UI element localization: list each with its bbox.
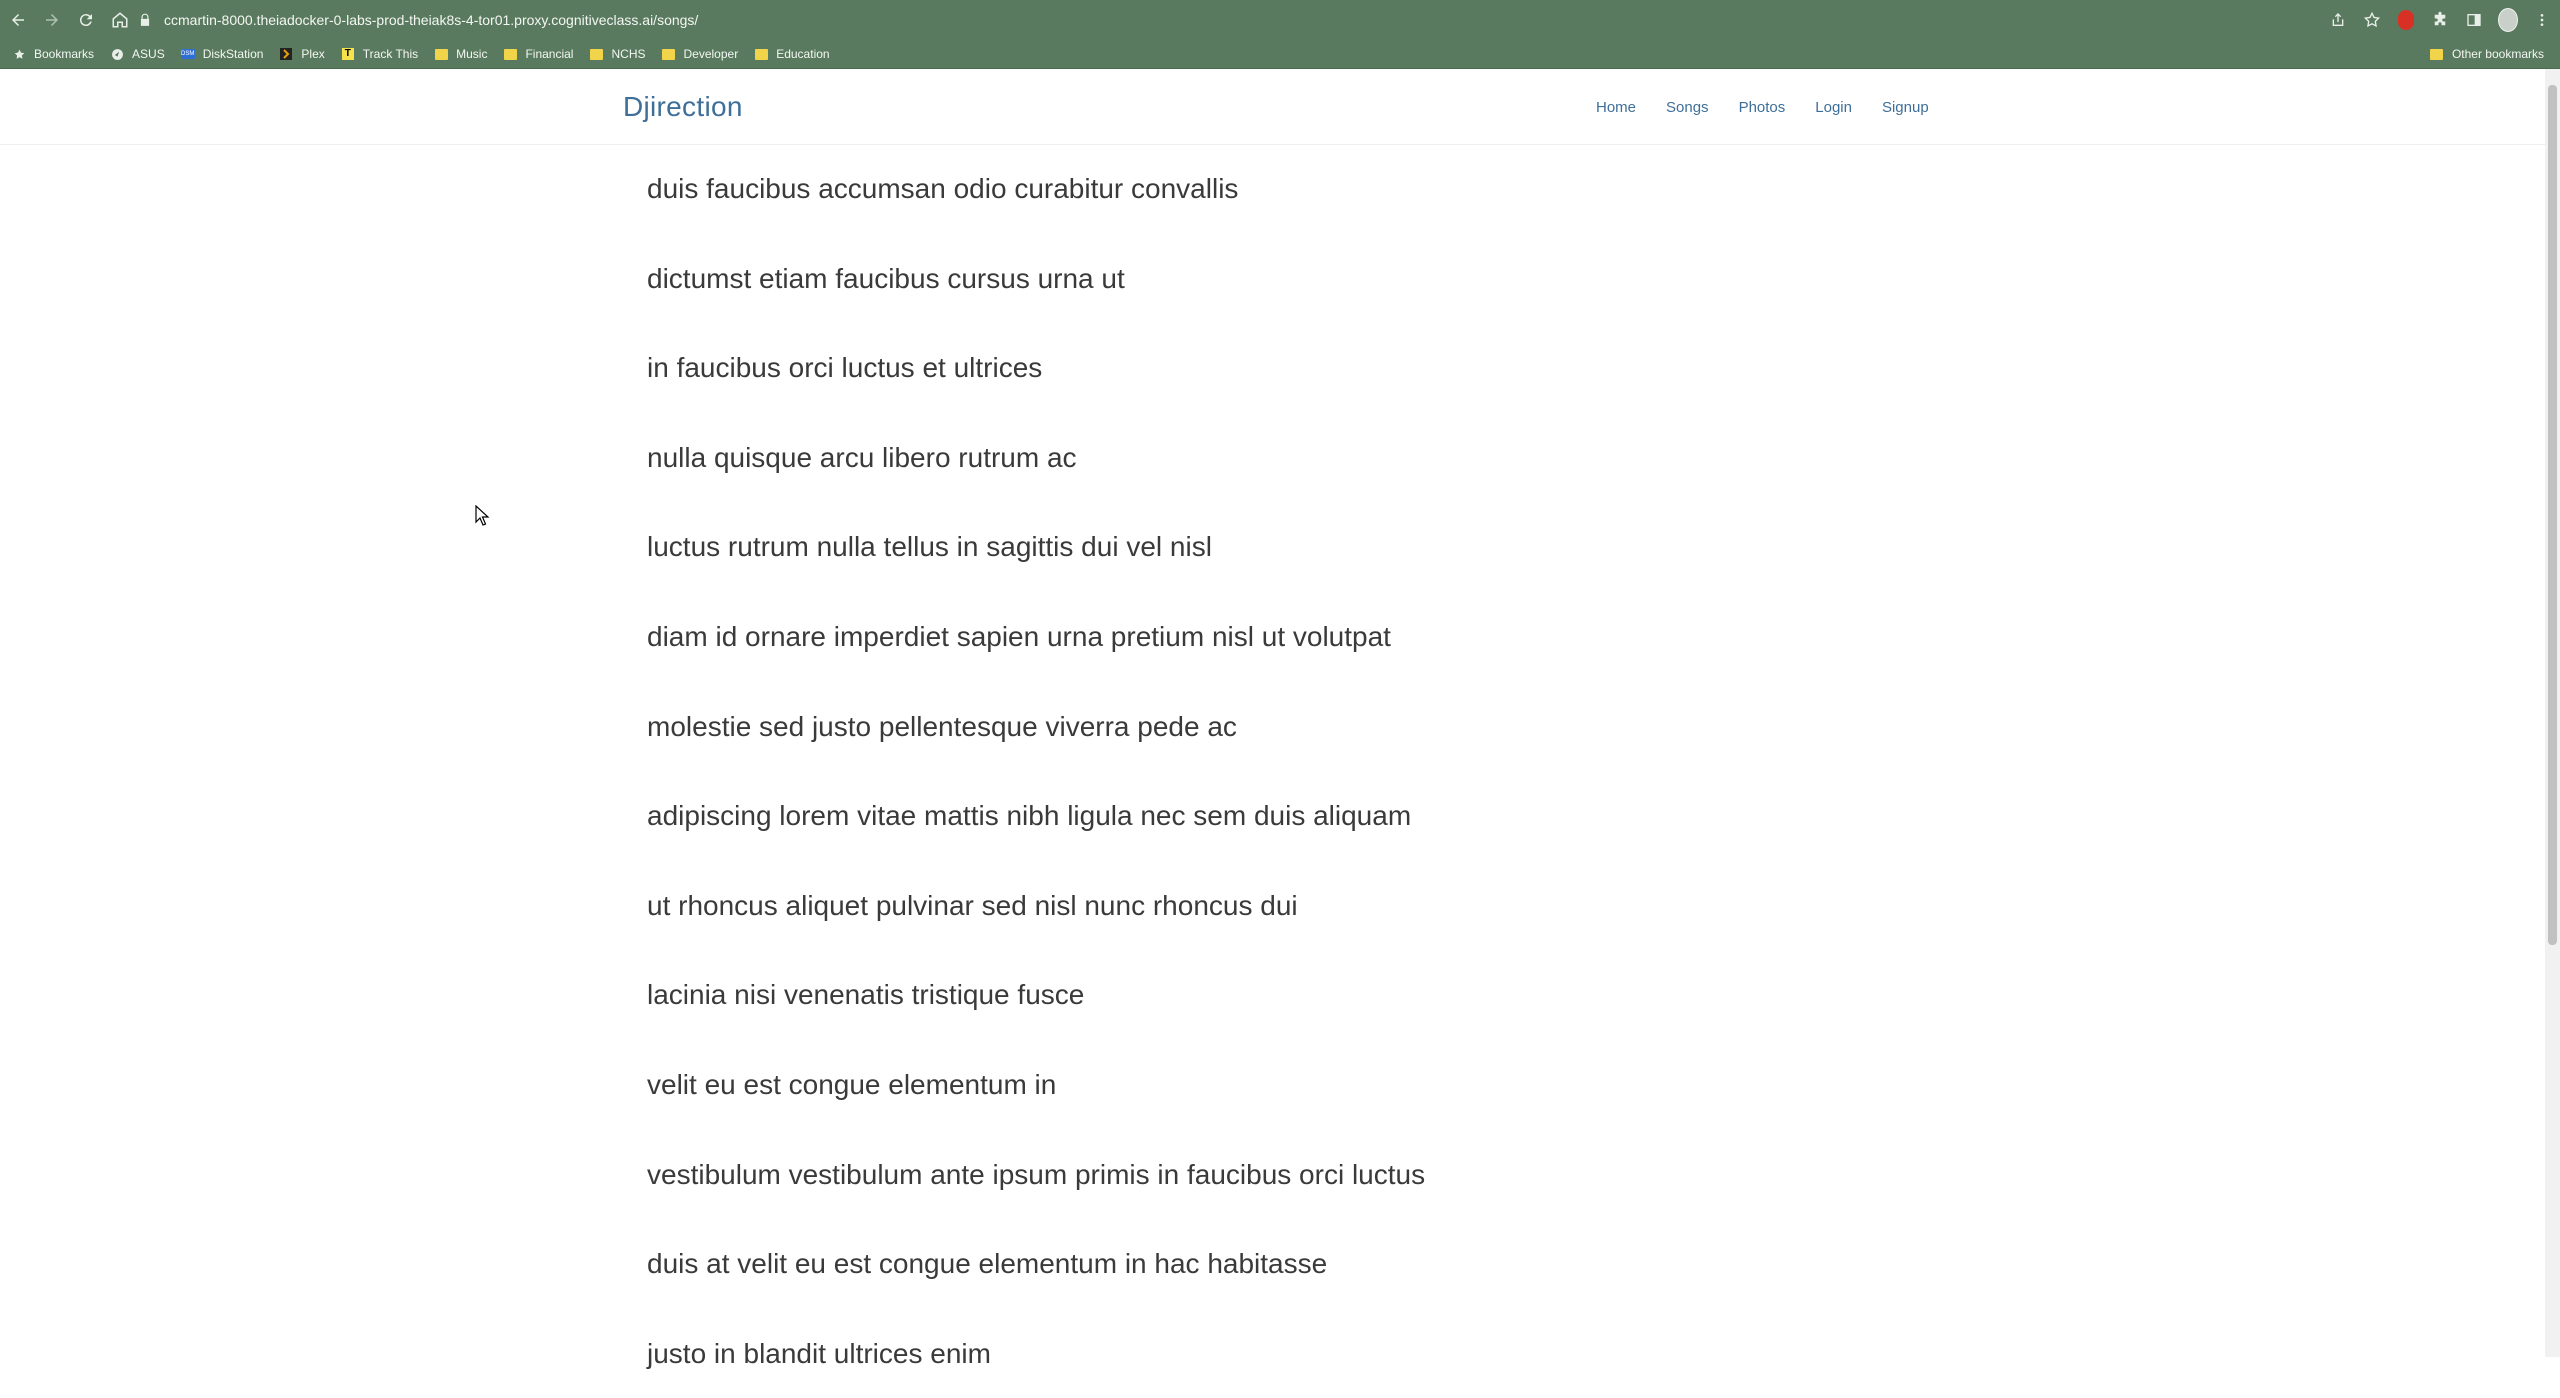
dsm-icon: DSM (180, 49, 195, 59)
song-title: molestie sed justo pellentesque viverra … (647, 710, 1237, 742)
extension-red-icon[interactable] (2396, 10, 2416, 30)
lock-icon (140, 13, 150, 26)
bookmark-folder[interactable]: Financial (503, 40, 577, 68)
reload-button[interactable] (70, 4, 102, 36)
site-nav: Home Songs Photos Login Signup (1596, 99, 1959, 116)
home-button[interactable] (104, 4, 136, 36)
bookmark-folder[interactable]: NCHS (589, 40, 649, 68)
forward-button[interactable] (36, 4, 68, 36)
nav-login[interactable]: Login (1815, 99, 1852, 116)
bookmark-label: Developer (683, 47, 739, 61)
bookmark-label: Other bookmarks (2451, 47, 2544, 61)
url-text: ccmartin-8000.theiadocker-0-labs-prod-th… (164, 12, 699, 28)
song-title: justo in blandit ultrices enim (647, 1337, 991, 1369)
nav-songs[interactable]: Songs (1666, 99, 1709, 116)
mouse-cursor-icon (475, 505, 490, 526)
song-title: luctus rutrum nulla tellus in sagittis d… (647, 531, 1212, 563)
song-title: lacinia nisi venenatis tristique fusce (647, 979, 1085, 1011)
song-title: duis faucibus accumsan odio curabitur co… (647, 173, 1239, 204)
other-bookmarks-folder[interactable]: Other bookmarks (2430, 40, 2548, 68)
plex-icon (279, 47, 293, 61)
song-title: velit eu est congue elementum in (647, 1068, 1057, 1100)
folder-icon (2430, 47, 2444, 61)
song-title: ut rhoncus aliquet pulvinar sed nisl nun… (647, 889, 1298, 921)
bookmark-label: Education (776, 47, 830, 61)
bookmark-star-icon[interactable] (2362, 10, 2382, 30)
bookmark-item[interactable]: ASUS (110, 40, 169, 68)
bookmark-label: Plex (301, 47, 325, 61)
back-button[interactable] (2, 4, 34, 36)
bookmark-folder[interactable]: Music (434, 40, 491, 68)
songs-list: duis faucibus accumsan odio curabitur co… (647, 144, 2047, 1398)
bookmark-label: ASUS (132, 47, 165, 61)
bookmark-label: Music (456, 47, 488, 61)
bookmark-label: NCHS (611, 47, 646, 61)
nav-signup[interactable]: Signup (1882, 99, 1929, 116)
profile-avatar[interactable] (2498, 8, 2518, 32)
scrollbar-thumb[interactable] (2548, 85, 2557, 945)
folder-icon (503, 47, 517, 61)
side-panel-icon[interactable] (2464, 10, 2484, 30)
bookmark-label: DiskStation (202, 47, 264, 61)
song-title: adipiscing lorem vitae mattis nibh ligul… (647, 800, 1412, 832)
bookmark-folder[interactable]: Education (754, 40, 833, 68)
bookmark-label: Financial (525, 47, 574, 61)
site-brand[interactable]: Djirection (623, 91, 743, 123)
song-title: nulla quisque arcu libero rutrum ac (647, 441, 1077, 473)
home-icon (112, 12, 128, 28)
song-title: diam id ornare imperdiet sapien urna pre… (647, 620, 1391, 652)
star-icon (12, 47, 26, 61)
bookmarks-bar: Bookmarks ASUS DSM DiskStation Plex T Tr… (0, 40, 2560, 69)
page-scrollbar[interactable] (2545, 69, 2560, 1357)
folder-icon (754, 47, 768, 61)
site-header: Djirection Home Songs Photos Login Signu… (0, 69, 2545, 145)
bookmark-label: Track This (362, 47, 419, 61)
bookmark-item[interactable]: DSM DiskStation (180, 40, 268, 68)
bookmark-item[interactable]: T Track This (341, 40, 422, 68)
nav-photos[interactable]: Photos (1739, 99, 1786, 116)
arrow-left-icon (12, 14, 24, 26)
song-title: duis at velit eu est congue elementum in… (647, 1248, 1328, 1280)
song-title: dictumst etiam faucibus cursus urna ut (647, 262, 1125, 294)
arrow-right-icon (46, 14, 58, 26)
asus-icon (110, 47, 124, 61)
track-icon: T (341, 47, 355, 61)
bookmark-folder[interactable]: Developer (662, 40, 743, 68)
browser-toolbar: ccmartin-8000.theiadocker-0-labs-prod-th… (0, 0, 2560, 40)
address-bar[interactable]: ccmartin-8000.theiadocker-0-labs-prod-th… (138, 4, 2418, 36)
folder-icon (662, 47, 676, 61)
toolbar-icons (2328, 4, 2552, 36)
bookmark-label: Bookmarks (34, 47, 95, 61)
reload-icon (79, 14, 92, 27)
folder-icon (589, 47, 603, 61)
song-title: in faucibus orci luctus et ultrices (647, 352, 1043, 384)
nav-home[interactable]: Home (1596, 99, 1636, 116)
share-icon[interactable] (2328, 10, 2348, 30)
bookmark-item[interactable]: Bookmarks (12, 40, 98, 68)
kebab-menu-icon[interactable] (2532, 10, 2552, 30)
folder-icon (434, 47, 448, 61)
puzzle-extensions-icon[interactable] (2430, 10, 2450, 30)
bookmark-item[interactable]: Plex (279, 40, 328, 68)
song-title: vestibulum vestibulum ante ipsum primis … (647, 1158, 1426, 1190)
